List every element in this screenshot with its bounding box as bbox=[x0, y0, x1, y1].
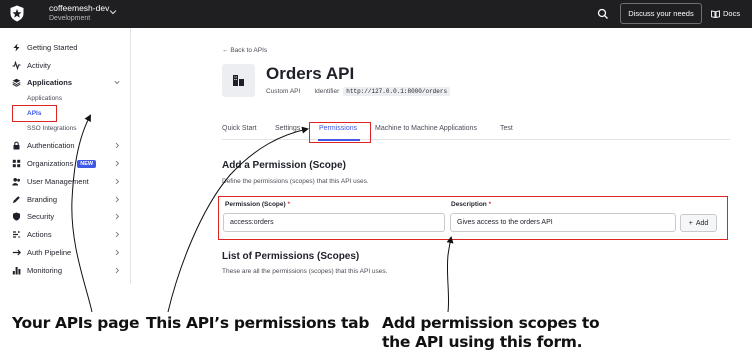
callout-form-line1: Add permission scopes to bbox=[382, 314, 600, 332]
sidebar-item-label: Applications bbox=[27, 78, 73, 87]
sidebar-item-label: Auth Pipeline bbox=[27, 248, 72, 257]
add-permission-description: Define the permissions (scopes) that thi… bbox=[222, 178, 369, 185]
tenant-name: coffeemesh-dev bbox=[49, 3, 110, 13]
bar-chart-icon bbox=[12, 267, 21, 275]
identifier-value[interactable]: http://127.0.0.1:8000/orders bbox=[343, 87, 451, 96]
callout-apis-page: Your APIs page bbox=[12, 314, 140, 332]
discuss-needs-button[interactable]: Discuss your needs bbox=[620, 3, 702, 24]
auth0-logo-icon[interactable] bbox=[9, 5, 25, 22]
sidebar-item-label: Organizations bbox=[27, 159, 74, 168]
back-to-apis-link[interactable]: ← Back to APIs bbox=[222, 47, 267, 54]
lock-icon bbox=[13, 141, 20, 150]
permissions-list-description: These are all the permissions (scopes) t… bbox=[222, 268, 388, 275]
sidebar-item-label: Monitoring bbox=[27, 266, 63, 275]
sidebar-subitem-applications[interactable]: Applications bbox=[27, 94, 62, 104]
sidebar-subitem-sso-integrations[interactable]: SSO Integrations bbox=[27, 124, 77, 134]
tab-bar: Quick Start Settings Permissions Machine… bbox=[222, 120, 730, 140]
activity-icon bbox=[12, 61, 21, 70]
docs-link[interactable]: Docs bbox=[711, 3, 751, 24]
highlight-apis bbox=[12, 105, 57, 122]
chevron-right-icon[interactable] bbox=[114, 178, 120, 185]
chevron-right-icon[interactable] bbox=[114, 213, 120, 220]
page-title: Orders API bbox=[266, 64, 355, 83]
sidebar-item-monitoring[interactable]: Monitoring bbox=[12, 264, 62, 277]
tab-quick-start[interactable]: Quick Start bbox=[222, 125, 257, 132]
shield-icon bbox=[13, 212, 20, 221]
permissions-list-heading: List of Permissions (Scopes) bbox=[222, 251, 360, 262]
stack-icon bbox=[12, 78, 21, 87]
pen-icon bbox=[13, 196, 20, 203]
sidebar-item-security[interactable]: Security bbox=[12, 210, 54, 223]
sidebar-item-label: Actions bbox=[27, 230, 52, 239]
sidebar-item-user-management[interactable]: User Management bbox=[12, 175, 89, 188]
tab-test[interactable]: Test bbox=[500, 125, 513, 132]
tab-settings[interactable]: Settings bbox=[275, 125, 300, 132]
sidebar-item-label: Activity bbox=[27, 61, 51, 70]
sidebar-item-label: User Management bbox=[27, 177, 89, 186]
chevron-right-icon[interactable] bbox=[114, 196, 120, 203]
building-icon bbox=[233, 75, 244, 86]
sidebar-item-getting-started[interactable]: Getting Started bbox=[12, 41, 77, 54]
pipeline-icon bbox=[12, 249, 21, 256]
sidebar-item-actions[interactable]: Actions bbox=[12, 228, 52, 241]
sidebar-item-label: Authentication bbox=[27, 141, 75, 150]
sidebar-item-activity[interactable]: Activity bbox=[12, 59, 51, 72]
chevron-right-icon[interactable] bbox=[114, 142, 120, 149]
book-icon bbox=[711, 9, 720, 18]
chevron-right-icon[interactable] bbox=[114, 249, 120, 256]
callout-form-line2: the API using this form. bbox=[382, 333, 583, 351]
chevron-right-icon[interactable] bbox=[114, 231, 120, 238]
chevron-right-icon[interactable] bbox=[114, 267, 120, 274]
highlight-permissions-tab bbox=[309, 122, 371, 143]
docs-label: Docs bbox=[723, 9, 741, 18]
sidebar: Getting Started Activity Applications Ap… bbox=[0, 28, 131, 284]
sidebar-item-auth-pipeline[interactable]: Auth Pipeline bbox=[12, 246, 71, 259]
arrow-left-icon: ← bbox=[222, 47, 229, 54]
search-icon[interactable] bbox=[597, 8, 609, 20]
sidebar-item-branding[interactable]: Branding bbox=[12, 193, 57, 206]
grid-icon bbox=[12, 159, 21, 168]
identifier-label: Identifier bbox=[314, 88, 340, 95]
tenant-switcher[interactable]: coffeemesh-dev Development bbox=[49, 3, 109, 24]
tenant-environment: Development bbox=[49, 15, 91, 22]
chevron-down-icon[interactable] bbox=[108, 8, 118, 16]
chevron-right-icon[interactable] bbox=[114, 160, 120, 167]
lightning-icon bbox=[13, 43, 20, 52]
api-icon-tile bbox=[222, 64, 255, 97]
new-badge: NEW bbox=[77, 159, 97, 168]
add-permission-heading: Add a Permission (Scope) bbox=[222, 160, 346, 171]
api-meta: Custom API Identifier http://127.0.0.1:8… bbox=[266, 87, 451, 96]
sidebar-item-label: Security bbox=[27, 212, 55, 221]
callout-permissions-tab: This API’s permissions tab bbox=[146, 314, 370, 332]
highlight-permission-form bbox=[218, 196, 728, 240]
api-type: Custom API bbox=[266, 88, 301, 95]
sidebar-item-authentication[interactable]: Authentication bbox=[12, 139, 75, 152]
top-bar: coffeemesh-dev Development Discuss your … bbox=[0, 0, 752, 28]
actions-icon bbox=[13, 231, 21, 238]
sidebar-item-label: Branding bbox=[27, 195, 58, 204]
sidebar-item-label: Getting Started bbox=[27, 43, 78, 52]
tab-machine-to-machine[interactable]: Machine to Machine Applications bbox=[375, 125, 477, 132]
users-icon bbox=[12, 178, 20, 186]
back-link-label: Back to APIs bbox=[230, 47, 268, 54]
chevron-down-icon[interactable] bbox=[114, 79, 120, 86]
sidebar-item-applications[interactable]: Applications bbox=[12, 76, 72, 89]
sidebar-item-organizations[interactable]: Organizations NEW bbox=[12, 157, 97, 170]
